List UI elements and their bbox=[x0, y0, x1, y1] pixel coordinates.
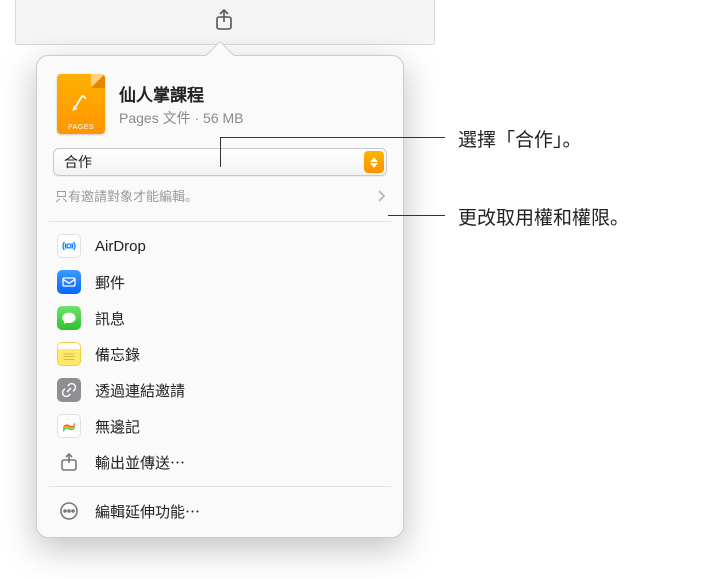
share-option-label: 無邊記 bbox=[95, 416, 140, 437]
document-icon-badge: PAGES bbox=[57, 124, 105, 131]
divider bbox=[49, 221, 391, 222]
callout-line bbox=[388, 215, 445, 216]
freeform-icon bbox=[57, 414, 81, 438]
share-option-freeform[interactable]: 無邊記 bbox=[37, 408, 403, 444]
export-label: 輸出並傳送⋯ bbox=[95, 452, 185, 473]
permission-settings-row[interactable]: 只有邀請對象才能編輯。 bbox=[53, 186, 387, 215]
share-option-messages[interactable]: 訊息 bbox=[37, 300, 403, 336]
document-title: 仙人掌課程 bbox=[119, 81, 244, 106]
share-button[interactable] bbox=[211, 5, 237, 35]
edit-extensions[interactable]: 編輯延伸功能⋯ bbox=[37, 493, 403, 529]
share-option-label: 備忘錄 bbox=[95, 344, 140, 365]
airdrop-icon bbox=[57, 234, 81, 258]
export-and-send[interactable]: 輸出並傳送⋯ bbox=[37, 444, 403, 480]
link-icon bbox=[57, 378, 81, 402]
share-option-label: AirDrop bbox=[95, 238, 146, 255]
share-option-label: 郵件 bbox=[95, 272, 125, 293]
dropdown-stepper-icon bbox=[364, 151, 384, 173]
edit-extensions-label: 編輯延伸功能⋯ bbox=[95, 501, 200, 522]
toolbar bbox=[15, 0, 435, 45]
messages-icon bbox=[57, 306, 81, 330]
share-option-mail[interactable]: 郵件 bbox=[37, 264, 403, 300]
mail-icon bbox=[57, 270, 81, 294]
share-option-label: 透過連結邀請 bbox=[95, 380, 185, 401]
share-option-airdrop[interactable]: AirDrop bbox=[37, 228, 403, 264]
share-option-notes[interactable]: 備忘錄 bbox=[37, 336, 403, 372]
callout-line bbox=[220, 137, 445, 138]
callout-permission: 更改取用權和權限。 bbox=[458, 203, 629, 230]
more-icon bbox=[57, 499, 81, 523]
notes-icon bbox=[57, 342, 81, 366]
share-option-label: 訊息 bbox=[95, 308, 125, 329]
export-icon bbox=[57, 450, 81, 474]
chevron-right-icon bbox=[377, 190, 385, 202]
divider bbox=[49, 486, 391, 487]
callout-collab: 選擇「合作」。 bbox=[458, 125, 582, 152]
document-icon: PAGES bbox=[57, 74, 105, 134]
callout-line bbox=[220, 137, 221, 167]
collaborate-dropdown-label: 合作 bbox=[64, 152, 92, 172]
share-icon bbox=[214, 9, 234, 31]
permission-text: 只有邀請對象才能編輯。 bbox=[55, 186, 198, 205]
share-option-invite-link[interactable]: 透過連結邀請 bbox=[37, 372, 403, 408]
share-popover: PAGES 仙人掌課程 Pages 文件 · 56 MB 合作 只有邀請對象才能… bbox=[36, 55, 404, 538]
document-meta: Pages 文件 · 56 MB bbox=[119, 108, 244, 128]
